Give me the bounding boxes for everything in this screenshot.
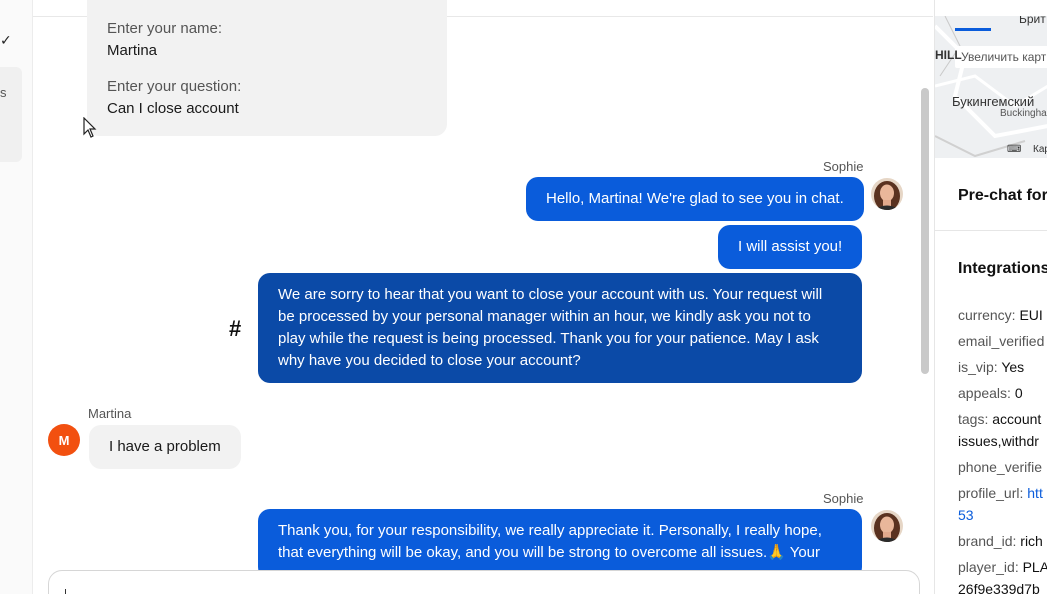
- agent-avatar: [871, 178, 903, 210]
- mouse-pointer-icon: [83, 117, 97, 138]
- field-value: 26f9e339d7b: [958, 581, 1040, 594]
- integration-field: currency: EUI: [958, 304, 1043, 326]
- enlarge-map-button[interactable]: Увеличить карт: [955, 46, 1047, 68]
- conversation-card[interactable]: [0, 67, 22, 162]
- left-rail: ✓ s: [0, 0, 33, 594]
- field-key: currency:: [958, 307, 1016, 323]
- field-key: phone_verifie: [958, 459, 1043, 475]
- field-key: appeals:: [958, 385, 1011, 401]
- field-key: profile_url:: [958, 485, 1024, 501]
- question-label: Enter your question:: [107, 78, 242, 95]
- map-roads-image: [935, 16, 1047, 158]
- field-key: brand_id:: [958, 533, 1017, 549]
- integration-field: brand_id: rich: [958, 530, 1043, 552]
- map-footer-label: Кар: [1033, 144, 1047, 155]
- field-value: rich: [1020, 533, 1043, 549]
- bot-hash-icon: #: [229, 316, 242, 341]
- message-bubble: We are sorry to hear that you want to cl…: [258, 273, 862, 383]
- field-key: is_vip:: [958, 359, 998, 375]
- message-input[interactable]: [48, 570, 920, 594]
- integration-field: profile_url: htt: [958, 482, 1043, 504]
- integration-field: 53: [958, 504, 974, 526]
- right-panel: Брит Увеличить карт HILL Букингемский Bu…: [934, 0, 1047, 594]
- name-value: Martina: [107, 42, 158, 59]
- field-key: player_id:: [958, 559, 1019, 575]
- message-bubble: Hello, Martina! We're glad to see you in…: [526, 177, 864, 221]
- text-caret: [65, 589, 66, 594]
- integration-field: email_verified: [958, 330, 1044, 352]
- map-widget[interactable]: Брит Увеличить карт HILL Букингемский Bu…: [935, 16, 1047, 158]
- field-key: tags:: [958, 411, 989, 427]
- keyboard-icon[interactable]: ⌨: [1007, 144, 1021, 155]
- message-bubble: I will assist you!: [718, 225, 863, 269]
- agent-avatar-image: [871, 178, 903, 210]
- integration-field: player_id: PLA: [958, 556, 1047, 578]
- message-author: Sophie: [823, 491, 864, 506]
- agent-avatar: [871, 510, 903, 542]
- customer-avatar: M: [48, 424, 80, 456]
- field-value: Yes: [1001, 359, 1025, 375]
- agent-avatar-image: [871, 510, 903, 542]
- integrations-title: Integrations: [958, 260, 1047, 277]
- message-bubble: I have a problem: [89, 425, 241, 469]
- map-tab-indicator: [955, 28, 991, 31]
- integration-field: tags: account: [958, 408, 1041, 430]
- field-value: PLA: [1022, 559, 1047, 575]
- prechat-form-card: Enter your name: Martina Enter your ques…: [87, 0, 447, 136]
- integration-field: phone_verifie: [958, 456, 1042, 478]
- field-value: account: [992, 411, 1042, 427]
- message-bubble: Thank you, for your responsibility, we r…: [258, 509, 862, 579]
- prechat-form-title: Pre-chat for: [958, 187, 1047, 204]
- question-value: Can I close account: [107, 100, 239, 117]
- integration-field: appeals: 0: [958, 382, 1023, 404]
- map-label: HILL: [935, 48, 962, 62]
- check-icon[interactable]: ✓: [0, 32, 12, 49]
- profile-url-link[interactable]: 53: [958, 507, 974, 523]
- field-key: email_verified: [958, 333, 1045, 349]
- panel-divider: [935, 230, 1047, 231]
- message-author: Martina: [88, 406, 132, 421]
- field-value: issues,withdr: [958, 433, 1039, 449]
- profile-url-link[interactable]: htt: [1027, 485, 1043, 501]
- map-label: Букингемский: [952, 94, 1035, 109]
- map-label: Buckingha: [1000, 108, 1047, 119]
- chat-area: Enter your name: Martina Enter your ques…: [33, 0, 933, 594]
- field-value: EUI: [1019, 307, 1043, 323]
- integration-field: issues,withdr: [958, 430, 1039, 452]
- field-value: 0: [1014, 385, 1023, 401]
- chat-scrollbar[interactable]: [921, 88, 929, 374]
- integration-field: 26f9e339d7b: [958, 578, 1040, 594]
- map-label: Брит: [1019, 16, 1046, 26]
- name-label: Enter your name:: [107, 20, 223, 37]
- conversation-card-text: s: [0, 85, 7, 100]
- integration-field: is_vip: Yes: [958, 356, 1024, 378]
- message-author: Sophie: [823, 159, 864, 174]
